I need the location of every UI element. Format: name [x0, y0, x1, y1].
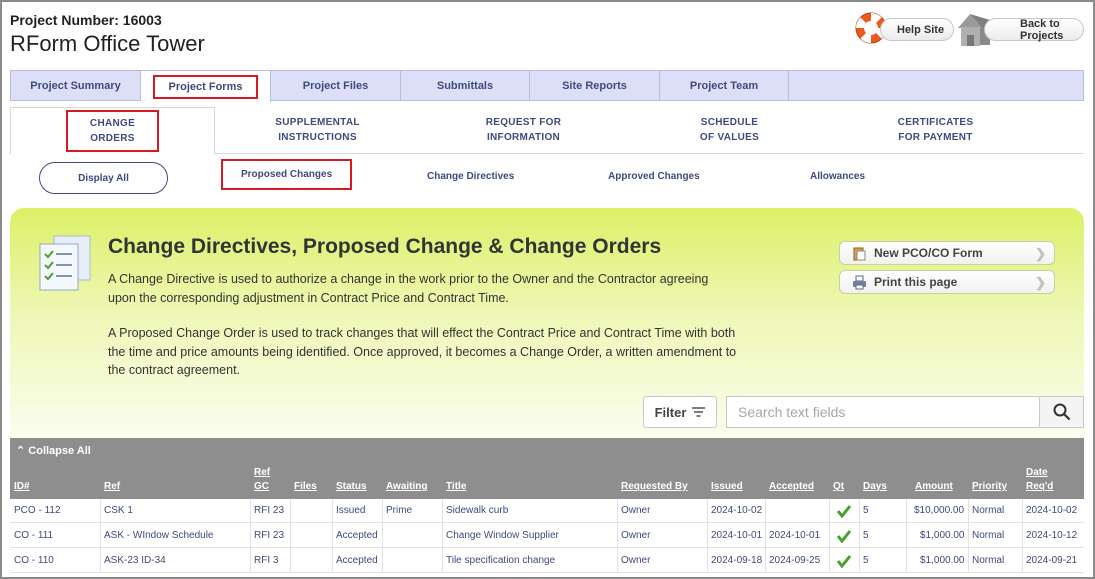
print-page-button[interactable]: Print this page ❯	[839, 270, 1055, 294]
cell-amount: $10,000.00	[914, 505, 965, 516]
search-button[interactable]	[1039, 396, 1084, 428]
new-pco-co-form-label: New PCO/CO Form	[874, 246, 983, 260]
chevron-right-icon: ❯	[1035, 275, 1046, 290]
cell-ref: ASK - WIndow Schedule	[104, 530, 214, 541]
cell-priority: Normal	[972, 505, 1005, 516]
col-accepted[interactable]: Accepted	[769, 480, 814, 494]
cell-status: Issued	[336, 505, 366, 516]
col-amount[interactable]: Amount	[915, 480, 953, 494]
double-chevron-up-icon: ⌃	[16, 445, 26, 457]
col-date-reqd[interactable]: Date Req'd	[1026, 466, 1053, 494]
cell-date-reqd: 2024-10-02	[1026, 505, 1078, 516]
cell-title: Change Window Supplier	[446, 530, 559, 541]
filter-button[interactable]: Filter	[643, 396, 717, 428]
col-id[interactable]: ID#	[14, 480, 30, 494]
tab-project-forms[interactable]: Project Forms	[141, 71, 271, 102]
cell-status: Accepted	[336, 530, 378, 541]
tab-project-team[interactable]: Project Team	[660, 71, 789, 100]
cell-priority: Normal	[972, 530, 1005, 541]
panel-description-directive: A Change Directive is used to authorize …	[108, 272, 709, 305]
cell-days: 5	[863, 555, 869, 566]
col-title[interactable]: Title	[446, 480, 466, 494]
col-qt[interactable]: Qt	[833, 480, 844, 494]
col-priority[interactable]: Priority	[972, 480, 1007, 494]
cell-requested-by: Owner	[621, 530, 651, 541]
cell-ref-gc: RFI 3	[254, 555, 279, 566]
cell-requested-by: Owner	[621, 555, 651, 566]
tab-project-files[interactable]: Project Files	[271, 71, 401, 100]
cell-title: Sidewalk curb	[446, 505, 509, 516]
panel-description-proposed: A Proposed Change Order is used to track…	[108, 326, 737, 377]
col-ref-gc[interactable]: Ref GC	[254, 466, 270, 494]
cell-accepted: 2024-10-01	[769, 530, 821, 541]
cell-awaiting: Prime	[386, 505, 413, 516]
cell-priority: Normal	[972, 555, 1005, 566]
cell-amount: $1,000.00	[920, 530, 965, 541]
col-days[interactable]: Days	[863, 480, 887, 494]
cell-ref-gc: RFI 23	[254, 530, 285, 541]
project-number: Project Number: 16003	[10, 12, 162, 28]
filter-lines-icon	[692, 407, 706, 417]
cell-amount: $1,000.00	[920, 555, 965, 566]
help-site-button[interactable]: Help Site	[880, 18, 954, 41]
search-icon	[1053, 403, 1070, 421]
print-page-label: Print this page	[874, 275, 958, 289]
clipboard-icon	[853, 247, 866, 261]
subtab-supplemental-instructions[interactable]: SUPPLEMENTAL INSTRUCTIONS	[215, 107, 420, 153]
display-all-button[interactable]: Display All	[39, 162, 168, 194]
col-ref[interactable]: Ref	[104, 480, 120, 494]
col-requested-by[interactable]: Requested By	[621, 480, 688, 494]
filter-proposed-changes[interactable]: Proposed Changes	[221, 159, 353, 190]
subtab-change-orders[interactable]: CHANGE ORDERS	[10, 107, 215, 155]
sub-tab-bar: CHANGE ORDERS SUPPLEMENTAL INSTRUCTIONS RE…	[10, 107, 1084, 155]
filter-approved-changes[interactable]: Approved Changes	[608, 171, 700, 182]
cell-issued: 2024-10-01	[711, 530, 763, 541]
main-tab-bar: Project Summary Project Forms Project Fi…	[10, 70, 1084, 102]
project-title: RForm Office Tower	[10, 31, 205, 56]
cell-id[interactable]: CO - 111	[14, 524, 53, 548]
new-pco-co-form-button[interactable]: New PCO/CO Form ❯	[839, 241, 1055, 265]
cell-requested-by: Owner	[621, 505, 651, 516]
col-issued[interactable]: Issued	[711, 480, 743, 494]
cell-issued: 2024-10-02	[711, 505, 763, 516]
collapse-all-button[interactable]: ⌃ Collapse All	[16, 444, 91, 457]
cell-id[interactable]: PCO - 112	[14, 499, 61, 523]
filter-change-directives[interactable]: Change Directives	[427, 171, 514, 182]
chevron-right-icon: ❯	[1035, 246, 1046, 261]
cell-ref: ASK-23 ID-34	[104, 555, 166, 566]
checklist-document-icon	[39, 235, 91, 291]
cell-ref-gc: RFI 23	[254, 505, 285, 516]
filter-label: Filter	[654, 404, 687, 420]
back-to-projects-button[interactable]: Back to Projects	[984, 17, 1084, 42]
cell-title: Tile specification change	[446, 555, 556, 566]
checkmark-icon	[837, 555, 851, 568]
help-site-label: Help Site	[897, 23, 945, 36]
col-status[interactable]: Status	[336, 480, 367, 494]
tab-site-reports[interactable]: Site Reports	[530, 71, 660, 100]
cell-id[interactable]: CO - 110	[14, 549, 54, 573]
checkmark-icon	[837, 530, 851, 543]
col-awaiting[interactable]: Awaiting	[386, 480, 427, 494]
checkmark-icon	[837, 505, 851, 518]
subtab-schedule-of-values[interactable]: SCHEDULE OF VALUES	[627, 107, 832, 153]
printer-icon	[853, 275, 866, 290]
cell-date-reqd: 2024-10-12	[1026, 530, 1078, 541]
cell-accepted: 2024-09-25	[769, 555, 821, 566]
cell-ref: CSK 1	[104, 505, 133, 516]
back-to-projects-label: Back to Projects	[1020, 17, 1064, 42]
cell-days: 5	[863, 530, 869, 541]
subtab-certificates-for-payment[interactable]: CERTIFICATES FOR PAYMENT	[832, 107, 1039, 153]
cell-date-reqd: 2024-09-21	[1026, 555, 1078, 566]
cell-status: Accepted	[336, 555, 378, 566]
cell-days: 5	[863, 505, 869, 516]
subtab-request-for-information[interactable]: REQUEST FOR INFORMATION	[420, 107, 627, 153]
search-input[interactable]	[726, 396, 1040, 428]
tab-project-summary[interactable]: Project Summary	[11, 71, 141, 100]
cell-issued: 2024-09-18	[711, 555, 763, 566]
panel-title: Change Directives, Proposed Change & Cha…	[108, 235, 662, 258]
col-files[interactable]: Files	[294, 480, 317, 494]
tab-submittals[interactable]: Submittals	[401, 71, 530, 100]
filter-allowances[interactable]: Allowances	[810, 171, 865, 182]
